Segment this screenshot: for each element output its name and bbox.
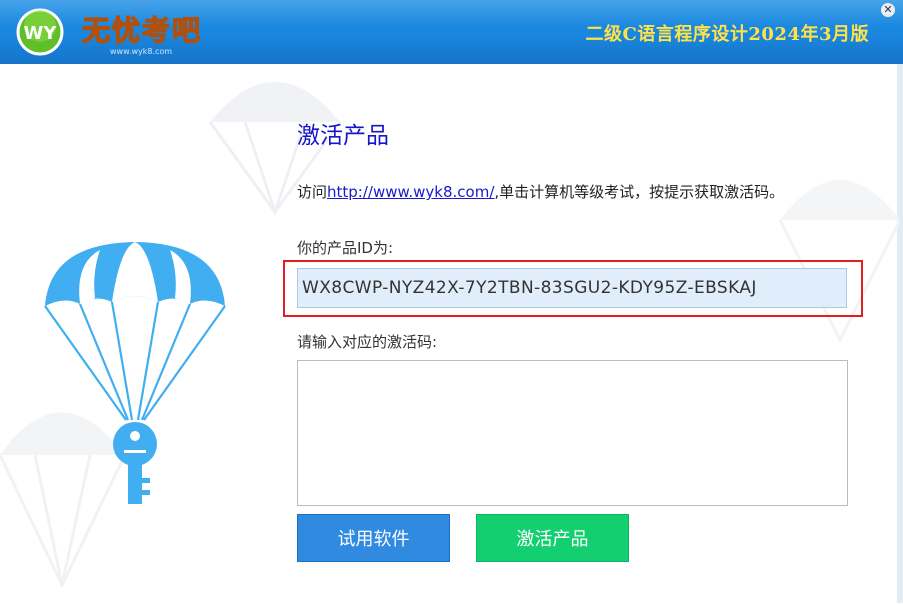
instruction-text: 访问http://www.wyk8.com/,单击计算机等级考试，按提示获取激活… [297,181,784,202]
watermark-parachute-right [778,180,900,344]
activation-code-input[interactable] [297,360,848,506]
close-button[interactable]: ✕ [881,3,895,17]
logo-badge-text: WY [24,23,58,44]
website-link[interactable]: http://www.wyk8.com/ [327,183,494,201]
product-id-label: 你的产品ID为: [297,239,394,257]
page-title: 激活产品 [297,123,389,149]
product-id-field[interactable]: WX8CWP-NYZ42X-7Y2TBN-83SGU2-KDY95Z-EBSKA… [297,268,847,308]
close-icon: ✕ [883,3,893,16]
parachute-key-icon [44,242,226,504]
activate-product-button[interactable]: 激活产品 [476,514,629,562]
window-title: 二级C语言程序设计2024年3月版 [585,24,869,45]
instruction-suffix: ,单击计算机等级考试，按提示获取激活码。 [494,183,785,201]
logo-text: 无忧考吧 [82,14,202,47]
instruction-prefix: 访问 [297,183,328,201]
title-bar: WY 无忧考吧 www.wyk8.com 二级C语言程序设计2024年3月版 ✕ [0,0,903,64]
logo-url-text: www.wyk8.com [110,47,172,56]
trial-software-button[interactable]: 试用软件 [297,514,450,562]
app-logo: WY 无忧考吧 www.wyk8.com [16,8,202,56]
activation-code-label: 请输入对应的激活码: [297,333,438,351]
